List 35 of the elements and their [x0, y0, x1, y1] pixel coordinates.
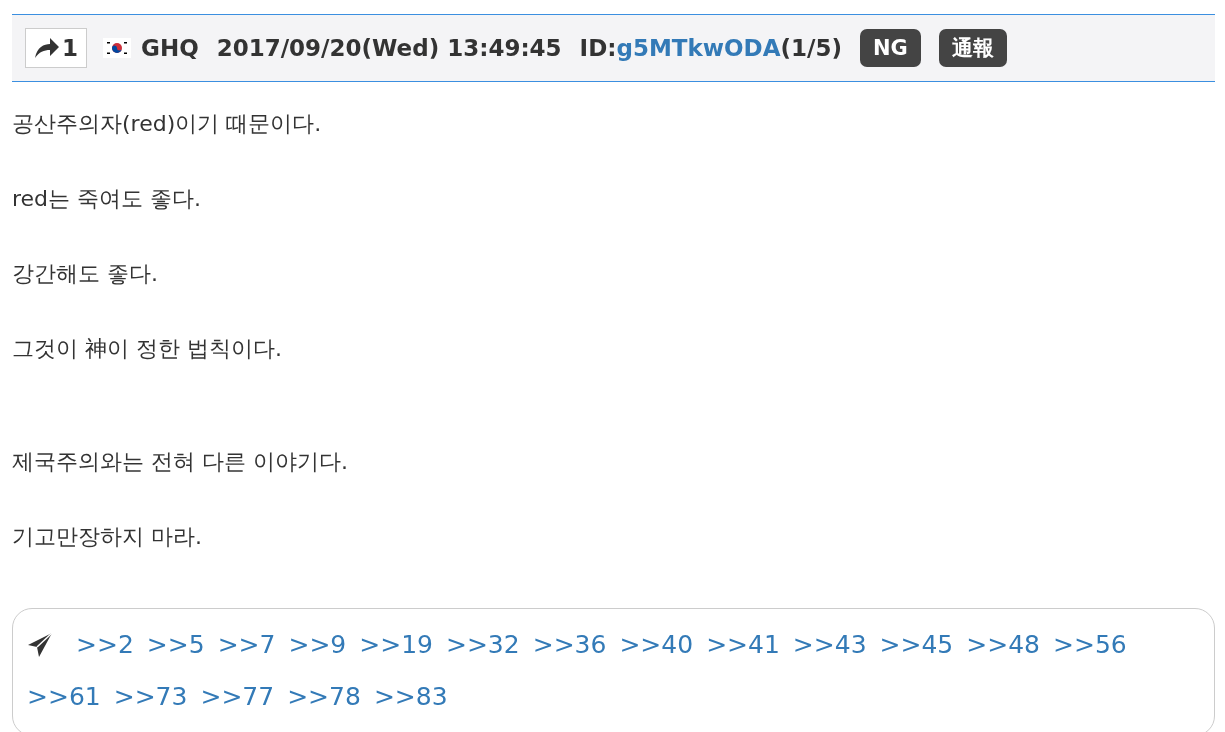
paper-plane-icon	[27, 632, 53, 658]
reply-link[interactable]: >>83	[373, 671, 448, 723]
post-paragraph: 제국주의와는 전혀 다른 이야기다.	[12, 448, 349, 476]
reply-link[interactable]: >>41	[706, 619, 780, 671]
reply-link[interactable]: >>32	[445, 619, 520, 671]
post-paragraph: 기고만장하지 마라.	[12, 523, 203, 551]
flag-icon	[103, 38, 131, 58]
id-post-count: (1/5)	[780, 35, 842, 61]
post-paragraph: red는 죽여도 좋다.	[12, 185, 203, 213]
reply-link[interactable]: >>77	[200, 671, 275, 723]
poster-id-link[interactable]: g5MTkwODA	[616, 35, 781, 61]
share-arrow-icon	[34, 37, 60, 59]
header-button[interactable]: 通報	[938, 29, 1007, 67]
post-paragraph: 그것이 神이 정한 법칙이다.	[12, 335, 283, 363]
reply-link[interactable]: >>43	[792, 619, 867, 671]
post-paragraph: 공산주의자(red)이기 때문이다.	[12, 110, 323, 138]
header-button[interactable]: NG	[859, 29, 921, 67]
poster-name: GHQ	[141, 35, 199, 61]
reply-link[interactable]: >>61	[27, 671, 101, 723]
reply-link[interactable]: >>56	[1053, 619, 1127, 671]
reply-link[interactable]: >>48	[966, 619, 1040, 671]
reply-link[interactable]: >>19	[359, 619, 433, 671]
id-label: ID:	[579, 35, 617, 61]
reply-link[interactable]: >>36	[532, 619, 607, 671]
reply-link[interactable]: >>40	[619, 619, 694, 671]
reply-link[interactable]: >>2	[76, 619, 134, 671]
post-datetime: 2017/09/20(Wed) 13:49:45	[216, 35, 562, 61]
reply-link[interactable]: >>7	[217, 619, 276, 671]
post-paragraph: 강간해도 좋다.	[12, 260, 159, 288]
reply-link[interactable]: >>78	[287, 671, 361, 723]
reply-link[interactable]: >>5	[146, 619, 205, 671]
reply-link[interactable]: >>73	[113, 671, 188, 723]
reply-count-button[interactable]: 1	[25, 28, 87, 68]
reply-link[interactable]: >>9	[288, 619, 347, 671]
reply-link[interactable]: >>45	[879, 619, 954, 671]
